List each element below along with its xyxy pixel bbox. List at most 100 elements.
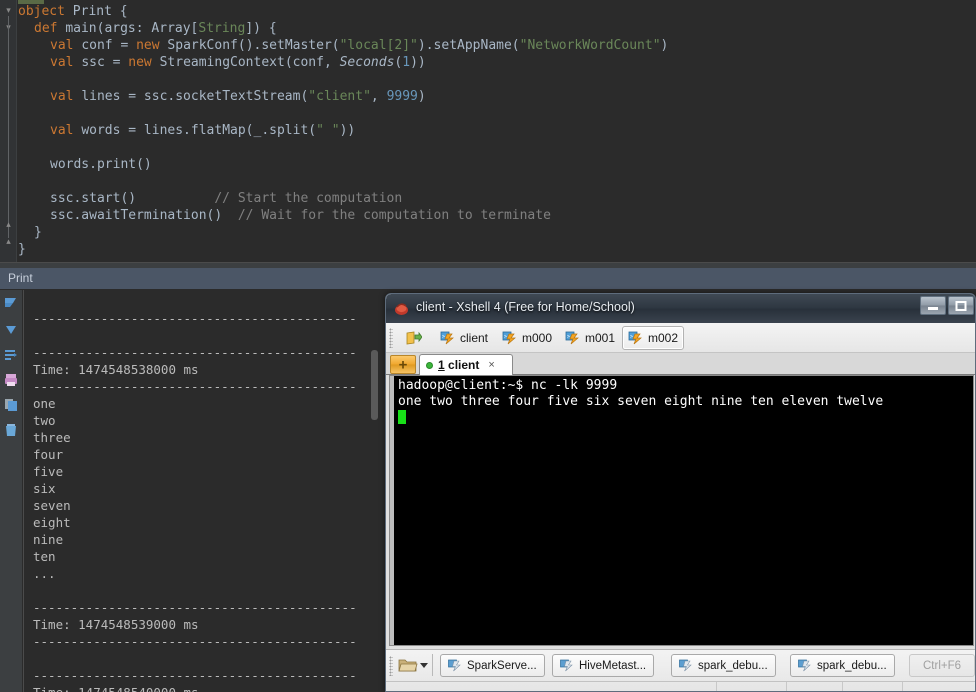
console-line: eight	[33, 515, 71, 530]
code-token: Seconds	[339, 55, 395, 70]
new-session-button[interactable]	[400, 326, 428, 350]
session-icon	[798, 659, 813, 672]
terminal-prompt-line: hadoop@client:~$ nc -lk 9999	[398, 378, 618, 393]
code-line: val lines = ssc.socketTextStream("client…	[18, 88, 976, 105]
xshell-bottom-taskbar[interactable]: SparkServe... HiveMetast... spark_debu..…	[386, 649, 975, 691]
terminal-screen[interactable]: hadoop@client:~$ nc -lk 9999 one two thre…	[389, 375, 974, 646]
code-token: String	[198, 21, 246, 36]
taskbar-item-spark-debug-2[interactable]: spark_debu...	[790, 654, 895, 677]
run-console-vertical-scrollbar[interactable]	[369, 290, 380, 692]
code-token: conf =	[81, 38, 137, 53]
console-line: ...	[33, 566, 56, 581]
session-icon	[679, 659, 694, 672]
status-cell-separator	[902, 682, 903, 691]
code-token: (args: Array[	[96, 21, 199, 36]
xshell-window[interactable]: client - Xshell 4 (Free for Home/School)	[385, 293, 976, 692]
code-line: val words = lines.flatMap(_.split(" "))	[18, 122, 976, 139]
code-token: words.print()	[50, 157, 152, 172]
taskbar-separator	[432, 654, 433, 676]
session-icon: >_	[565, 331, 581, 345]
code-token: main	[65, 21, 97, 36]
code-token: new	[128, 55, 160, 70]
xshell-titlebar[interactable]: client - Xshell 4 (Free for Home/School)	[386, 294, 975, 323]
toolbar-session-m001[interactable]: >_ m001	[559, 326, 621, 350]
toolbar-session-m002[interactable]: >_ m002	[622, 326, 685, 350]
new-session-icon	[406, 331, 423, 345]
run-console-tab-header[interactable]: Print	[0, 268, 976, 290]
console-line: six	[33, 481, 56, 496]
taskbar-item-sparkserver[interactable]: SparkServe...	[440, 654, 545, 677]
taskbar-item-label: spark_debu...	[698, 659, 768, 672]
code-token: SparkConf().setMaster(	[167, 38, 340, 53]
maximize-button[interactable]	[948, 296, 974, 315]
fold-end-marker-object[interactable]: ▴	[3, 236, 14, 247]
code-line: val ssc = new StreamingContext(conf, Sec…	[18, 54, 976, 71]
terminal-cursor	[398, 410, 406, 424]
code-token: "client"	[308, 89, 371, 104]
print-icon[interactable]	[3, 372, 19, 388]
code-token: )	[660, 38, 669, 53]
fold-region-line-inner	[8, 33, 9, 221]
rerun-icon[interactable]	[3, 294, 19, 310]
fold-end-marker-def[interactable]: ▴	[3, 219, 14, 230]
code-token: ).setAppName(	[417, 38, 520, 53]
new-tab-button[interactable]: +	[390, 355, 416, 374]
taskbar-shortcut-hint: Ctrl+F6	[909, 654, 975, 677]
code-token: }	[18, 242, 26, 257]
code-token: lines = ssc.socketTextStream(	[81, 89, 309, 104]
connection-status-dot	[426, 361, 433, 369]
scrollbar-thumb[interactable]	[371, 350, 378, 420]
code-token: 1	[402, 55, 411, 70]
code-token: ,	[370, 89, 387, 104]
soft-wrap-icon[interactable]	[3, 347, 19, 363]
code-token: val	[50, 89, 82, 104]
code-token: object	[18, 4, 73, 19]
console-line: nine	[33, 532, 64, 547]
run-console-output-area[interactable]: ----------------------------------------…	[23, 290, 368, 692]
tab-number: 1	[438, 358, 445, 372]
close-icon[interactable]: ×	[488, 359, 494, 371]
taskbar-item-label: SparkServe...	[467, 659, 537, 672]
source-code-text[interactable]: object Print {def main(args: Array[Strin…	[18, 0, 976, 262]
xshell-tab-client[interactable]: 1 client ×	[419, 354, 513, 375]
copy-icon[interactable]	[3, 397, 19, 413]
chevron-down-icon[interactable]	[420, 663, 428, 668]
editor-fold-gutter[interactable]: ▾ ▾ ▴ ▴	[0, 0, 17, 268]
toolbar-grip[interactable]	[389, 328, 393, 348]
taskbar-grip[interactable]	[389, 656, 393, 676]
status-cell-separator	[716, 682, 717, 691]
console-line: four	[33, 447, 64, 462]
taskbar-divider	[386, 681, 975, 682]
console-line: Time: 1474548539000 ms	[33, 617, 199, 632]
run-console-output-text: ----------------------------------------…	[33, 293, 368, 692]
console-line: two	[33, 413, 56, 428]
console-line: ----------------------------------------…	[33, 634, 357, 649]
taskbar-item-hivemetastore[interactable]: HiveMetast...	[552, 654, 655, 677]
scroll-to-end-icon[interactable]	[3, 322, 19, 338]
toolbar-session-label: m001	[585, 331, 616, 345]
console-line: one	[33, 396, 56, 411]
xshell-tab-strip[interactable]: + 1 client ×	[386, 353, 975, 375]
xshell-toolbar[interactable]: >_ client >_ m000 >_ m001 >_ m002	[386, 323, 975, 353]
minimize-button[interactable]	[920, 296, 946, 315]
status-cell-separator	[842, 682, 843, 691]
sessions-folder-icon[interactable]	[398, 656, 418, 674]
fold-marker-object[interactable]: ▾	[3, 5, 14, 16]
toolbar-session-m000[interactable]: >_ m000	[496, 326, 558, 350]
xshell-title-text: client - Xshell 4 (Free for Home/School)	[416, 300, 635, 314]
code-token: words = lines.flatMap(_.split(	[81, 123, 317, 138]
terminal-cursor-line	[398, 410, 973, 427]
taskbar-item-spark-debug-1[interactable]: spark_debu...	[671, 654, 776, 677]
screen: ▾ ▾ ▴ ▴ object Print {def main(args: Arr…	[0, 0, 976, 692]
code-token: Print {	[72, 4, 128, 19]
code-line: def main(args: Array[String]) {	[18, 20, 976, 37]
run-console-toolbar[interactable]	[0, 290, 22, 692]
code-token: new	[136, 38, 168, 53]
toolbar-session-client[interactable]: >_ client	[434, 326, 494, 350]
clear-all-icon[interactable]	[3, 422, 19, 438]
